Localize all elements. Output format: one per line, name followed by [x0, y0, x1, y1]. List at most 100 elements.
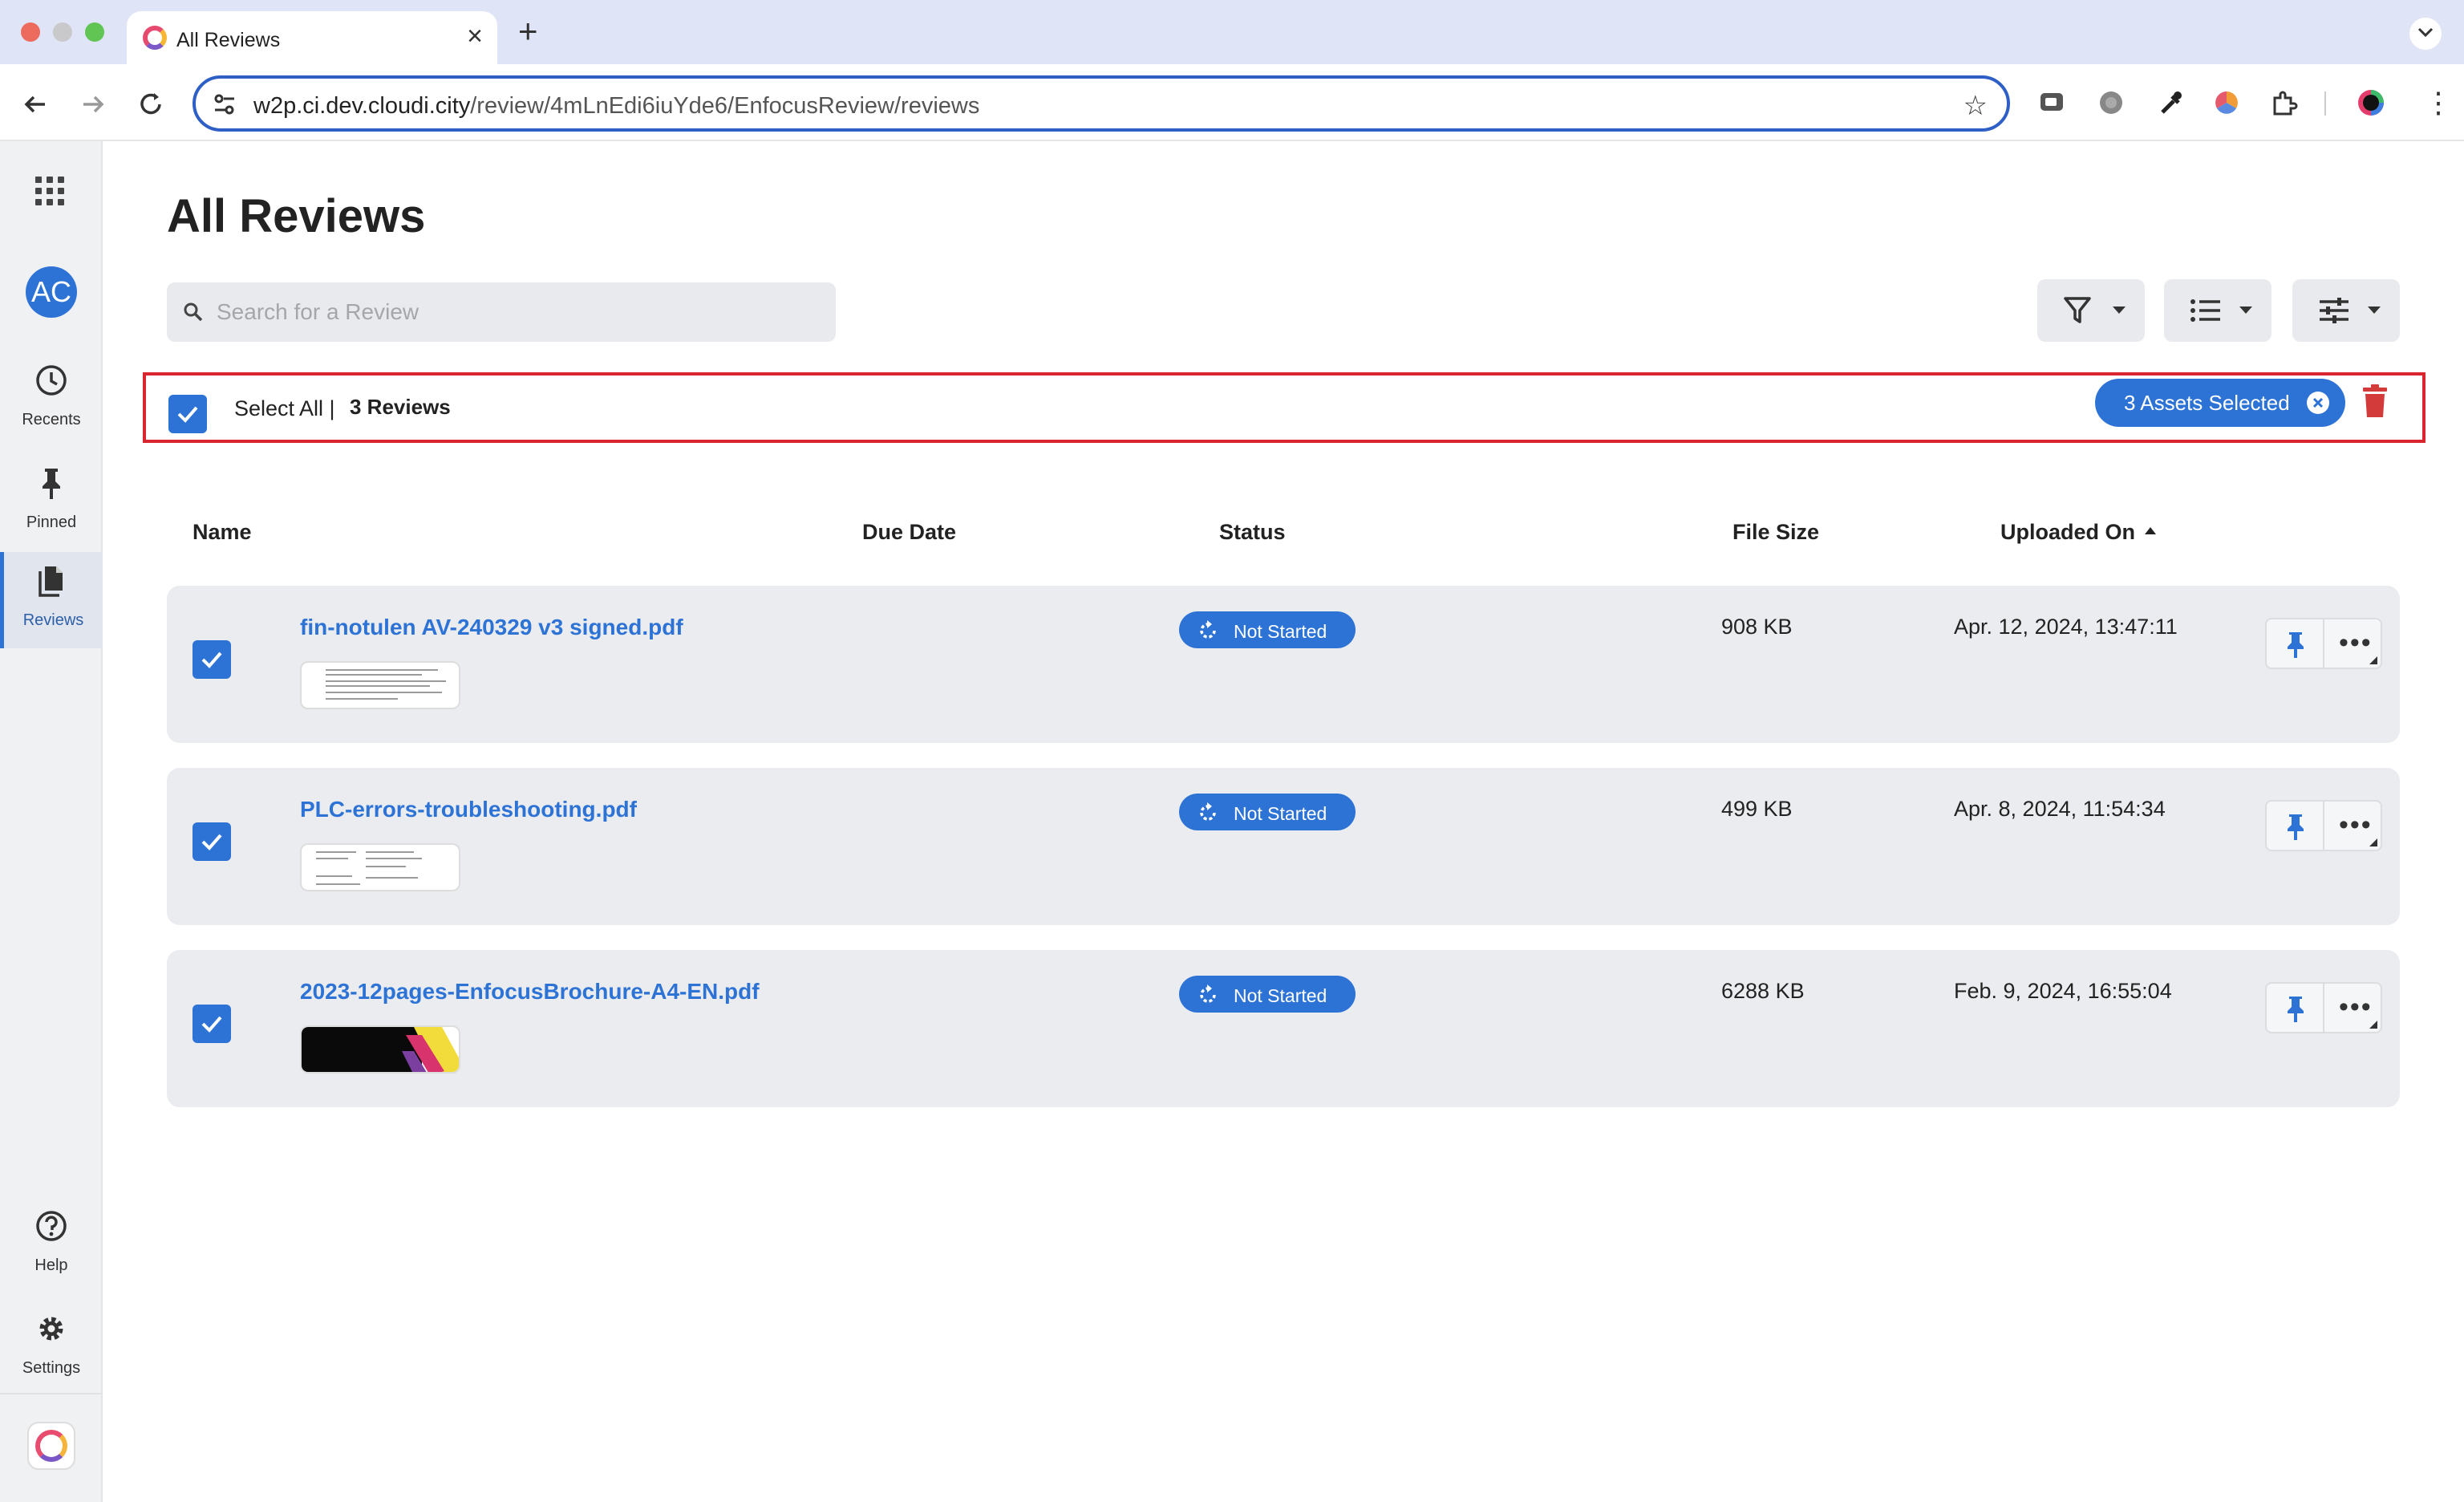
color-wheel-icon[interactable] — [2212, 88, 2241, 117]
forward-arrow-icon[interactable] — [77, 88, 109, 120]
row-checkbox[interactable] — [192, 822, 231, 861]
column-header-file-size[interactable]: File Size — [1732, 520, 1819, 545]
reload-icon[interactable] — [135, 88, 167, 120]
file-thumbnail[interactable] — [300, 843, 460, 891]
app-launcher-icon[interactable] — [35, 177, 64, 205]
review-name-link[interactable]: PLC-errors-troubleshooting.pdf — [300, 797, 637, 822]
extensions-puzzle-icon[interactable] — [2270, 88, 2299, 117]
eyedropper-icon[interactable] — [2156, 88, 2185, 117]
more-options-button[interactable]: ••• — [2323, 982, 2382, 1033]
thumbnail-text-line — [366, 866, 406, 867]
sliders-icon — [2320, 298, 2348, 323]
clock-icon — [36, 365, 67, 396]
site-settings-icon[interactable] — [212, 91, 237, 117]
sidebar-item-settings[interactable]: Settings — [0, 1300, 103, 1396]
more-options-button[interactable]: ••• — [2323, 800, 2382, 851]
file-size: 499 KB — [1721, 797, 1793, 821]
window-minimize-button[interactable] — [53, 22, 72, 42]
pin-icon — [2288, 997, 2304, 1022]
back-arrow-icon[interactable] — [19, 88, 51, 120]
sidebar-item-label: Pinned — [26, 514, 77, 531]
brand-logo[interactable] — [27, 1422, 75, 1470]
brochure-thumbnail-image — [302, 1027, 459, 1072]
dropdown-caret-icon — [2113, 306, 2126, 314]
app-sidebar: AC Recents Pinned Reviews Help Settings — [0, 141, 103, 1502]
tab-favicon-icon — [143, 26, 167, 50]
pin-button[interactable] — [2265, 800, 2324, 851]
thumbnail-text-line — [316, 883, 360, 885]
extension-circle-icon[interactable] — [2097, 88, 2126, 117]
table-row[interactable]: fin-notulen AV-240329 v3 signed.pdf Not … — [167, 586, 2400, 743]
select-all-checkbox[interactable] — [168, 395, 207, 433]
display-settings-button[interactable] — [2292, 279, 2400, 342]
pin-button[interactable] — [2265, 618, 2324, 669]
delete-trash-icon[interactable] — [2361, 384, 2389, 419]
status-label: Not Started — [1234, 621, 1327, 642]
bookmark-star-icon[interactable]: ☆ — [1964, 90, 1988, 122]
status-label: Not Started — [1234, 985, 1327, 1006]
browser-toolbar: w2p.ci.dev.cloudi.city/review/4mLnEdi6iu… — [0, 64, 2464, 141]
corner-indicator-icon — [2369, 656, 2377, 664]
sidebar-item-label: Recents — [22, 411, 81, 428]
table-row[interactable]: 2023-12pages-EnfocusBrochure-A4-EN.pdf N… — [167, 950, 2400, 1107]
window-close-button[interactable] — [21, 22, 40, 42]
more-icon: ••• — [2339, 810, 2373, 840]
sort-ascending-icon — [2145, 527, 2156, 535]
pin-button[interactable] — [2265, 982, 2324, 1033]
sidebar-item-recents[interactable]: Recents — [0, 351, 103, 448]
profile-avatar-icon[interactable] — [2357, 88, 2385, 117]
review-name-link[interactable]: fin-notulen AV-240329 v3 signed.pdf — [300, 615, 683, 640]
file-thumbnail[interactable] — [300, 1025, 460, 1074]
thumbnail-text-line — [326, 669, 438, 671]
pin-icon — [43, 469, 60, 499]
filter-button[interactable] — [2037, 279, 2145, 342]
view-mode-button[interactable] — [2164, 279, 2272, 342]
corner-indicator-icon — [2369, 1021, 2377, 1029]
address-bar[interactable]: w2p.ci.dev.cloudi.city/review/4mLnEdi6iu… — [192, 75, 2010, 132]
dropdown-caret-icon — [2368, 306, 2381, 314]
row-checkbox[interactable] — [192, 1005, 231, 1043]
column-header-due-date[interactable]: Due Date — [862, 520, 956, 545]
file-thumbnail[interactable] — [300, 661, 460, 709]
sync-icon — [1200, 802, 1216, 821]
file-size: 908 KB — [1721, 615, 1793, 639]
extension-screen-icon[interactable] — [2037, 88, 2066, 117]
review-name-link[interactable]: 2023-12pages-EnfocusBrochure-A4-EN.pdf — [300, 979, 760, 1005]
gear-icon — [39, 1317, 63, 1341]
thumbnail-text-line — [326, 680, 446, 682]
url-host: w2p.ci.dev.cloudi.city — [253, 93, 471, 119]
table-row[interactable]: PLC-errors-troubleshooting.pdf Not Start… — [167, 768, 2400, 925]
sidebar-item-label: Help — [34, 1256, 68, 1274]
column-header-status[interactable]: Status — [1219, 520, 1286, 545]
status-badge: Not Started — [1179, 794, 1356, 830]
select-all-label[interactable]: Select All | — [234, 396, 335, 421]
sidebar-divider — [0, 1393, 103, 1394]
search-box[interactable] — [167, 282, 836, 342]
tab-close-icon[interactable]: × — [467, 22, 483, 50]
uploaded-on: Feb. 9, 2024, 16:55:04 — [1954, 979, 2172, 1003]
brand-logo-icon — [35, 1430, 67, 1462]
toolbar-divider — [2324, 91, 2326, 116]
user-avatar[interactable]: AC — [26, 266, 77, 318]
browser-tab[interactable]: All Reviews × — [127, 11, 497, 64]
row-checkbox[interactable] — [192, 640, 231, 679]
uploaded-on-label: Uploaded On — [2000, 520, 2135, 544]
pin-icon — [2288, 632, 2304, 658]
new-tab-button[interactable]: + — [518, 14, 538, 48]
search-input[interactable] — [217, 282, 818, 342]
browser-menu-icon[interactable]: ⋮ — [2424, 88, 2453, 117]
thumbnail-text-line — [316, 858, 348, 859]
column-header-name[interactable]: Name — [192, 520, 252, 545]
sidebar-item-help[interactable]: Help — [0, 1197, 103, 1293]
window-zoom-button[interactable] — [85, 22, 104, 42]
thumbnail-text-line — [326, 692, 442, 693]
filter-icon — [2064, 297, 2091, 323]
clear-selection-button[interactable] — [2307, 392, 2329, 414]
column-header-uploaded-on[interactable]: Uploaded On — [2000, 520, 2156, 545]
sidebar-item-reviews[interactable]: Reviews — [0, 552, 103, 648]
assets-selected-chip: 3 Assets Selected — [2095, 379, 2345, 427]
url-text: w2p.ci.dev.cloudi.city/review/4mLnEdi6iu… — [253, 93, 979, 120]
tab-search-button[interactable] — [2409, 18, 2442, 50]
more-options-button[interactable]: ••• — [2323, 618, 2382, 669]
sidebar-item-pinned[interactable]: Pinned — [0, 454, 103, 550]
